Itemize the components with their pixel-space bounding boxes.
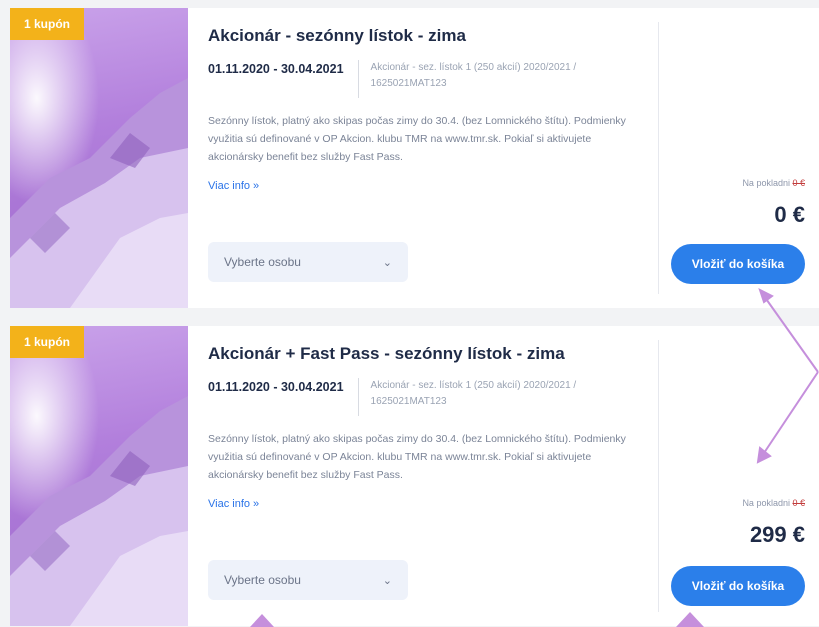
divider xyxy=(357,378,359,416)
date-row: 01.11.2020 - 30.04.2021 Akcionár - sez. … xyxy=(208,378,638,416)
price-column: Na pokladni 0 € 299 € Vložiť do košíka xyxy=(658,340,819,612)
person-select-placeholder: Vyberte osobu xyxy=(224,255,301,269)
product-photo: 1 kupón xyxy=(10,8,188,308)
product-card: 1 kupón Akcionár + Fast Pass - sezónny l… xyxy=(10,326,819,626)
validity-dates: 01.11.2020 - 30.04.2021 xyxy=(208,62,344,76)
person-select-placeholder: Vyberte osobu xyxy=(224,573,301,587)
mountain-illustration xyxy=(10,8,188,308)
coupon-badge: 1 kupón xyxy=(10,8,85,40)
product-card: 1 kupón Akcionár - sezónny lístok - zima… xyxy=(10,8,819,308)
old-price: 0 € xyxy=(792,178,805,188)
product-title: Akcionár + Fast Pass - sezónny lístok - … xyxy=(208,344,565,363)
price-note: Na pokladni 0 € xyxy=(742,498,805,508)
chevron-down-icon: ⌄ xyxy=(382,256,392,269)
divider xyxy=(357,60,359,98)
product-code: Akcionár - sez. lístok 1 (250 akcií) 202… xyxy=(370,380,577,407)
product-description: Sezónny lístok, platný ako skipas počas … xyxy=(208,115,626,163)
product-info: Akcionár + Fast Pass - sezónny lístok - … xyxy=(188,326,658,626)
chevron-down-icon: ⌄ xyxy=(382,574,392,587)
price-column: Na pokladni 0 € 0 € Vložiť do košíka xyxy=(658,22,819,294)
product-info: Akcionár - sezónny lístok - zima 01.11.2… xyxy=(188,8,658,308)
person-select[interactable]: Vyberte osobu ⌄ xyxy=(208,242,408,282)
price: 299 € xyxy=(749,522,805,547)
date-row: 01.11.2020 - 30.04.2021 Akcionár - sez. … xyxy=(208,60,638,98)
validity-dates: 01.11.2020 - 30.04.2021 xyxy=(208,380,344,394)
add-to-cart-button[interactable]: Vložiť do košíka xyxy=(671,566,805,606)
more-info-link[interactable]: Viac info » xyxy=(208,498,259,510)
coupon-badge: 1 kupón xyxy=(10,326,85,358)
old-price: 0 € xyxy=(792,498,805,508)
mountain-illustration xyxy=(10,326,188,626)
price: 0 € xyxy=(774,202,805,227)
more-info-link[interactable]: Viac info » xyxy=(208,180,259,192)
product-title: Akcionár - sezónny lístok - zima xyxy=(208,26,466,45)
price-note: Na pokladni 0 € xyxy=(742,178,805,188)
person-select[interactable]: Vyberte osobu ⌄ xyxy=(208,560,408,600)
product-code: Akcionár - sez. lístok 1 (250 akcií) 202… xyxy=(370,62,577,89)
add-to-cart-button[interactable]: Vložiť do košíka xyxy=(671,244,805,284)
product-photo: 1 kupón xyxy=(10,326,188,626)
product-description: Sezónny lístok, platný ako skipas počas … xyxy=(208,433,626,481)
